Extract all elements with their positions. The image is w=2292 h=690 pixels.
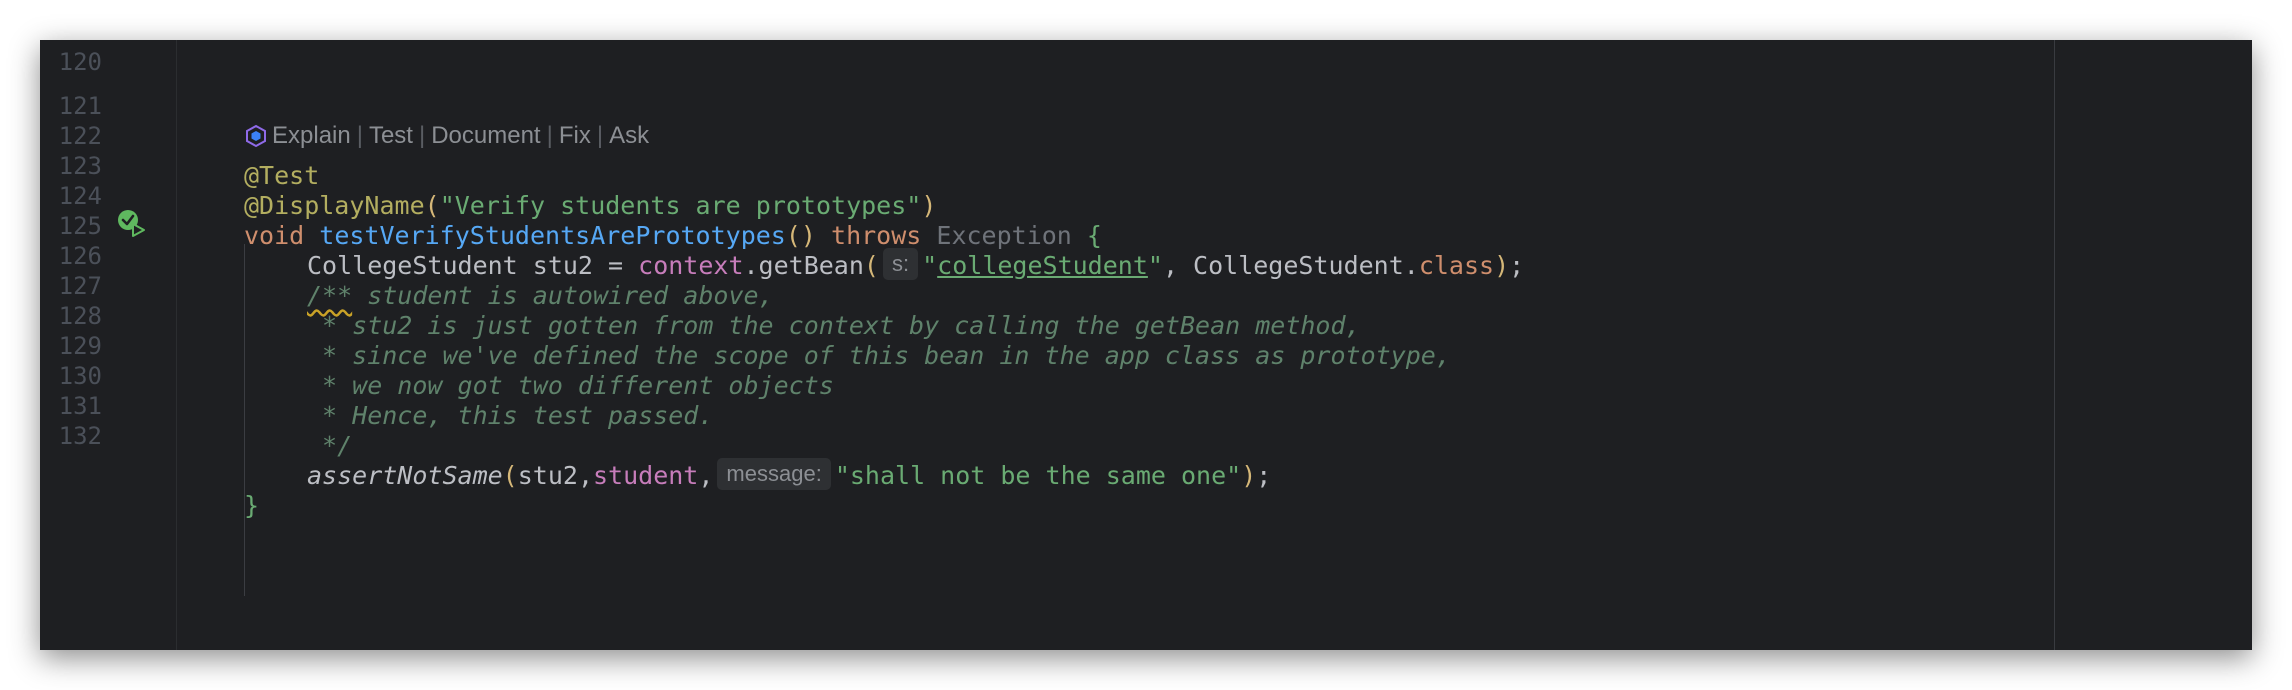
- paren-open: (: [863, 251, 879, 280]
- string-quote: ": [1147, 251, 1163, 280]
- paren-close: ): [1241, 461, 1257, 490]
- field-student: student: [593, 461, 699, 490]
- code-line-132[interactable]: }: [244, 484, 259, 528]
- line-number: 120: [58, 48, 102, 76]
- semicolon: ;: [1509, 251, 1525, 280]
- codevision-ask[interactable]: Ask: [609, 116, 649, 156]
- run-test-icon[interactable]: [116, 208, 146, 238]
- string-quote: ": [922, 251, 938, 280]
- parameter-hint: message:: [717, 458, 831, 490]
- semicolon: ;: [1256, 461, 1272, 490]
- argument: stu2,: [517, 461, 593, 490]
- string-literal: "shall not be the same one": [834, 461, 1242, 490]
- comment-text: * Hence, this test passed.: [307, 401, 714, 430]
- gutter-separator: [176, 40, 177, 650]
- codevision-separator: |: [418, 122, 426, 149]
- class-argument: , CollegeStudent.: [1162, 251, 1419, 280]
- comma: ,: [698, 461, 714, 490]
- codevision-separator: |: [546, 122, 553, 149]
- code-line-131[interactable]: assertNotSame(stu2,student, message: "shal…: [244, 454, 1271, 498]
- right-margin-guide: [2054, 40, 2055, 650]
- keyword-class: class: [1418, 251, 1495, 280]
- codevision-test[interactable]: Test: [369, 116, 413, 156]
- line-number: 132: [58, 422, 102, 450]
- codevision-document[interactable]: Document: [431, 116, 540, 156]
- parameter-hint: s:: [882, 248, 919, 280]
- code-editor[interactable]: 120 121 122 123 124 125 126 127 128 129 …: [40, 40, 2252, 650]
- bean-reference-link[interactable]: collegeStudent: [937, 251, 1148, 280]
- ai-assistant-icon: [246, 124, 266, 148]
- codevision-fix[interactable]: Fix: [559, 116, 591, 156]
- line-number-gutter[interactable]: 120 121 122 123 124 125 126 127 128 129 …: [40, 40, 176, 650]
- codevision-separator: |: [596, 122, 604, 149]
- brace-close: }: [244, 491, 260, 520]
- ai-codevision-bar: Explain | Test | Document | Fix | Ask: [244, 116, 649, 156]
- codevision-explain[interactable]: Explain: [272, 116, 351, 156]
- paren-close: ): [1494, 251, 1510, 280]
- static-method-call: assertNotSame: [307, 461, 503, 490]
- paren-open: (: [502, 461, 518, 490]
- codevision-separator: |: [356, 122, 363, 149]
